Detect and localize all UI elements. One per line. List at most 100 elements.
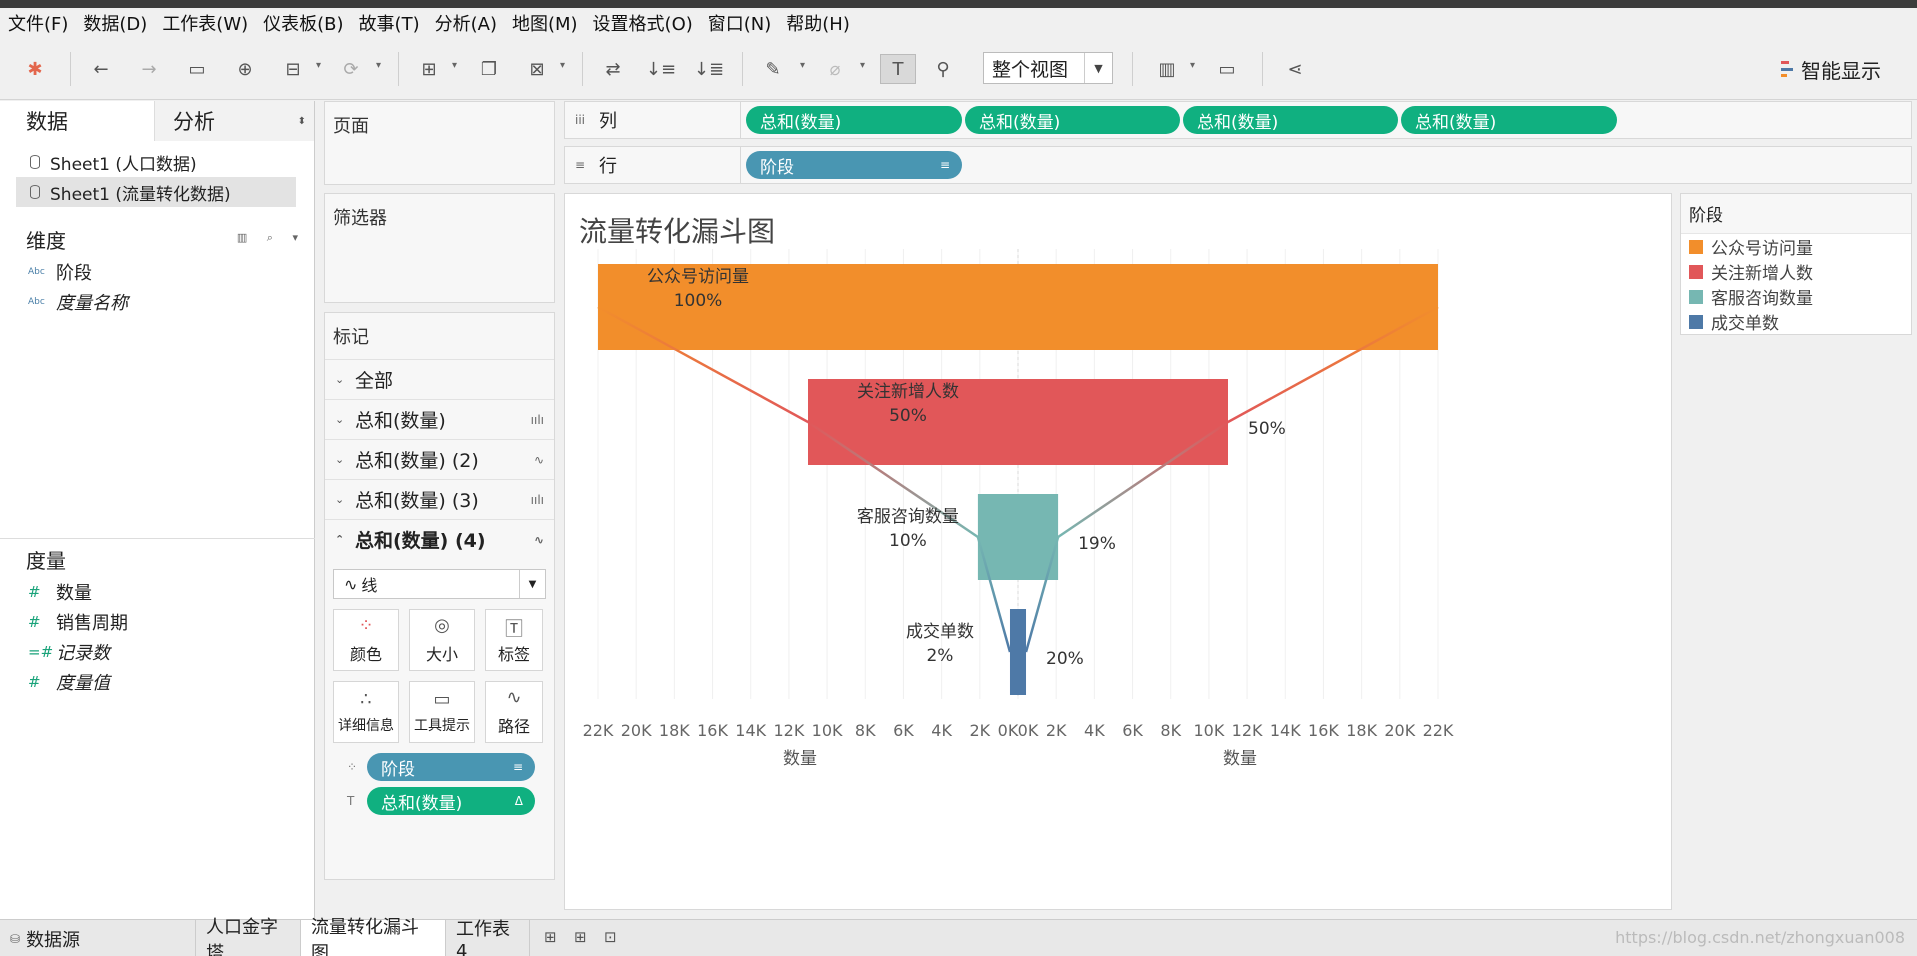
marks-row-selected[interactable]: ⌃ 总和(数量) (4) ∿ [325, 519, 554, 559]
database-icon: ⛁ [10, 931, 21, 946]
pages-title: 页面 [333, 116, 369, 137]
menu-item[interactable]: 文件(F) [8, 10, 68, 36]
marks-pill-sum[interactable]: 总和(数量) Δ [367, 787, 535, 815]
detail-button[interactable]: ∴ 详细信息 [333, 681, 399, 743]
tab-sheet-active[interactable]: 流量转化漏斗图 [301, 917, 446, 956]
mark-type-select[interactable]: ∿ 线 ▼ [333, 569, 546, 599]
search-icon[interactable]: ▥ ⌕ ▾ [237, 231, 306, 245]
color-button[interactable]: ⁘ 颜色 [333, 609, 399, 671]
menu-item[interactable]: 帮助(H) [786, 10, 850, 36]
new-worksheet-icon[interactable]: ⊞ [544, 928, 557, 946]
label-button[interactable]: 🅃 标签 [485, 609, 543, 671]
marks-pill-stage[interactable]: 阶段 ≡ [367, 753, 535, 781]
marks-row-all[interactable]: ⌄ 全部 [325, 359, 554, 399]
columns-pill[interactable]: 总和(数量) [746, 106, 962, 134]
tab-analysis[interactable]: 分析 ⬍ [155, 101, 314, 141]
new-dashboard-icon[interactable]: ⊞ [574, 928, 587, 946]
columns-pill[interactable]: 总和(数量) [965, 106, 1180, 134]
chevron-down-icon[interactable]: ▾ [316, 60, 321, 71]
datasource-item[interactable]: Sheet1 (人口数据) [0, 147, 314, 177]
path-button[interactable]: ∿ 路径 [485, 681, 543, 743]
pill-label: 总和(数量) [1197, 112, 1279, 133]
tab-sheet[interactable]: 工作表4 [446, 919, 530, 956]
size-label: 大小 [425, 645, 458, 664]
tooltip-button[interactable]: ▭ 工具提示 [409, 681, 475, 743]
tableau-logo-icon[interactable]: ✱ [20, 54, 50, 84]
rows-pill[interactable]: 阶段 ≡ [746, 151, 962, 179]
marks-row[interactable]: ⌄ 总和(数量) ıılı [325, 399, 554, 439]
duplicate-icon[interactable]: ❐ [474, 54, 504, 84]
axis-tick-label: 2K [969, 721, 990, 740]
show-labels-icon[interactable]: T [880, 54, 916, 84]
chevron-down-icon[interactable]: ▾ [560, 60, 565, 71]
size-button[interactable]: ◎ 大小 [409, 609, 475, 671]
new-story-icon[interactable]: ⊡ [604, 928, 617, 946]
show-me-button[interactable]: 智能显示 [1781, 54, 1881, 84]
new-datasource-icon[interactable]: ⊕ [230, 54, 260, 84]
menu-item[interactable]: 工作表(W) [162, 10, 248, 36]
pause-updates-icon[interactable]: ⊟ [278, 54, 308, 84]
menu-item[interactable]: 地图(M) [512, 10, 578, 36]
new-worksheet-icon[interactable]: ⊞ [414, 54, 444, 84]
refresh-icon[interactable]: ⟳ [336, 54, 366, 84]
share-icon[interactable]: ⋖ [1280, 54, 1310, 84]
menu-item[interactable]: 数据(D) [83, 10, 147, 36]
menu-item[interactable]: 故事(T) [359, 10, 420, 36]
forward-icon[interactable]: → [134, 54, 164, 84]
marks-row[interactable]: ⌄ 总和(数量) (3) ıılı [325, 479, 554, 519]
fit-view-select[interactable]: 整个视图 ▼ [983, 52, 1113, 84]
save-icon[interactable]: ▭ [182, 54, 212, 84]
sort-descending-icon[interactable]: ↓≣ [694, 54, 724, 84]
measure-field[interactable]: # 数量 [0, 577, 315, 607]
measure-field[interactable]: =# 记录数 [0, 637, 315, 667]
columns-shelf[interactable]: iii 列 总和(数量) 总和(数量) 总和(数量) 总和(数量) [564, 101, 1912, 139]
tab-datasource[interactable]: ⛁ 数据源 [0, 920, 196, 956]
swap-axes-icon[interactable]: ⇄ [598, 54, 628, 84]
chevron-down-icon[interactable]: ▾ [800, 60, 805, 71]
show-cards-icon[interactable]: ▥ [1152, 54, 1182, 84]
rows-shelf[interactable]: ≡ 行 阶段 ≡ [564, 146, 1912, 184]
dimension-field[interactable]: Abc 阶段 [0, 257, 314, 287]
menu-item[interactable]: 仪表板(B) [263, 10, 343, 36]
chart-view[interactable]: 流量转化漏斗图 公众号访问量 100% 关注新增人数 50% 50% 客服咨询数量 10% 1… [564, 193, 1672, 910]
tab-label: 工作表4 [456, 919, 510, 956]
show-me-label: 智能显示 [1801, 58, 1881, 83]
datasource-item-selected[interactable]: Sheet1 (流量转化数据) [16, 177, 296, 207]
chevron-down-icon[interactable]: ▾ [452, 60, 457, 71]
chevron-down-icon[interactable]: ▾ [1190, 60, 1195, 71]
group-icon[interactable]: ⌀ [820, 54, 850, 84]
detail-label: 详细信息 [338, 718, 394, 734]
funnel-chart[interactable]: 公众号访问量 100% 关注新增人数 50% 50% 客服咨询数量 10% 19% 成交单数 2%… [565, 194, 1671, 909]
axis-tick-label: 16K [697, 721, 728, 740]
legend-item[interactable]: 成交单数 [1681, 309, 1911, 334]
filters-card[interactable]: 筛选器 [324, 193, 555, 303]
menu-item[interactable]: 分析(A) [435, 10, 497, 36]
menu-item[interactable]: 窗口(N) [708, 10, 772, 36]
measure-field[interactable]: # 度量值 [0, 667, 315, 697]
dimension-field[interactable]: Abc 度量名称 [0, 287, 314, 317]
legend-swatch [1689, 289, 1703, 304]
legend-item[interactable]: 关注新增人数 [1681, 259, 1911, 284]
sort-ascending-icon[interactable]: ↓≡ [646, 54, 676, 84]
marks-row[interactable]: ⌄ 总和(数量) (2) ∿ [325, 439, 554, 479]
columns-pill[interactable]: 总和(数量) [1401, 106, 1617, 134]
conversion-rate-label: 19% [1078, 534, 1116, 554]
tab-sheet[interactable]: 人口金字塔 [196, 917, 301, 956]
detail-icon: ∴ [360, 689, 372, 710]
menu-item[interactable]: 设置格式(O) [593, 10, 693, 36]
axis-tick-label: 2K [1046, 721, 1067, 740]
legend-item[interactable]: 客服咨询数量 [1681, 284, 1911, 309]
highlight-icon[interactable]: ✎ [758, 54, 788, 84]
columns-pill[interactable]: 总和(数量) [1183, 106, 1398, 134]
measure-field[interactable]: # 销售周期 [0, 607, 315, 637]
tab-data[interactable]: 数据 [0, 101, 155, 141]
clear-sheet-icon[interactable]: ⊠ [522, 54, 552, 84]
number-type-icon: # [28, 613, 41, 631]
chevron-down-icon[interactable]: ▾ [860, 60, 865, 71]
pages-card[interactable]: 页面 [324, 101, 555, 185]
back-icon[interactable]: ← [86, 54, 116, 84]
chevron-down-icon[interactable]: ▾ [376, 60, 381, 71]
legend-item[interactable]: 公众号访问量 [1681, 234, 1911, 259]
pin-icon[interactable]: ⚲ [928, 54, 958, 84]
presentation-icon[interactable]: ▭ [1212, 54, 1242, 84]
